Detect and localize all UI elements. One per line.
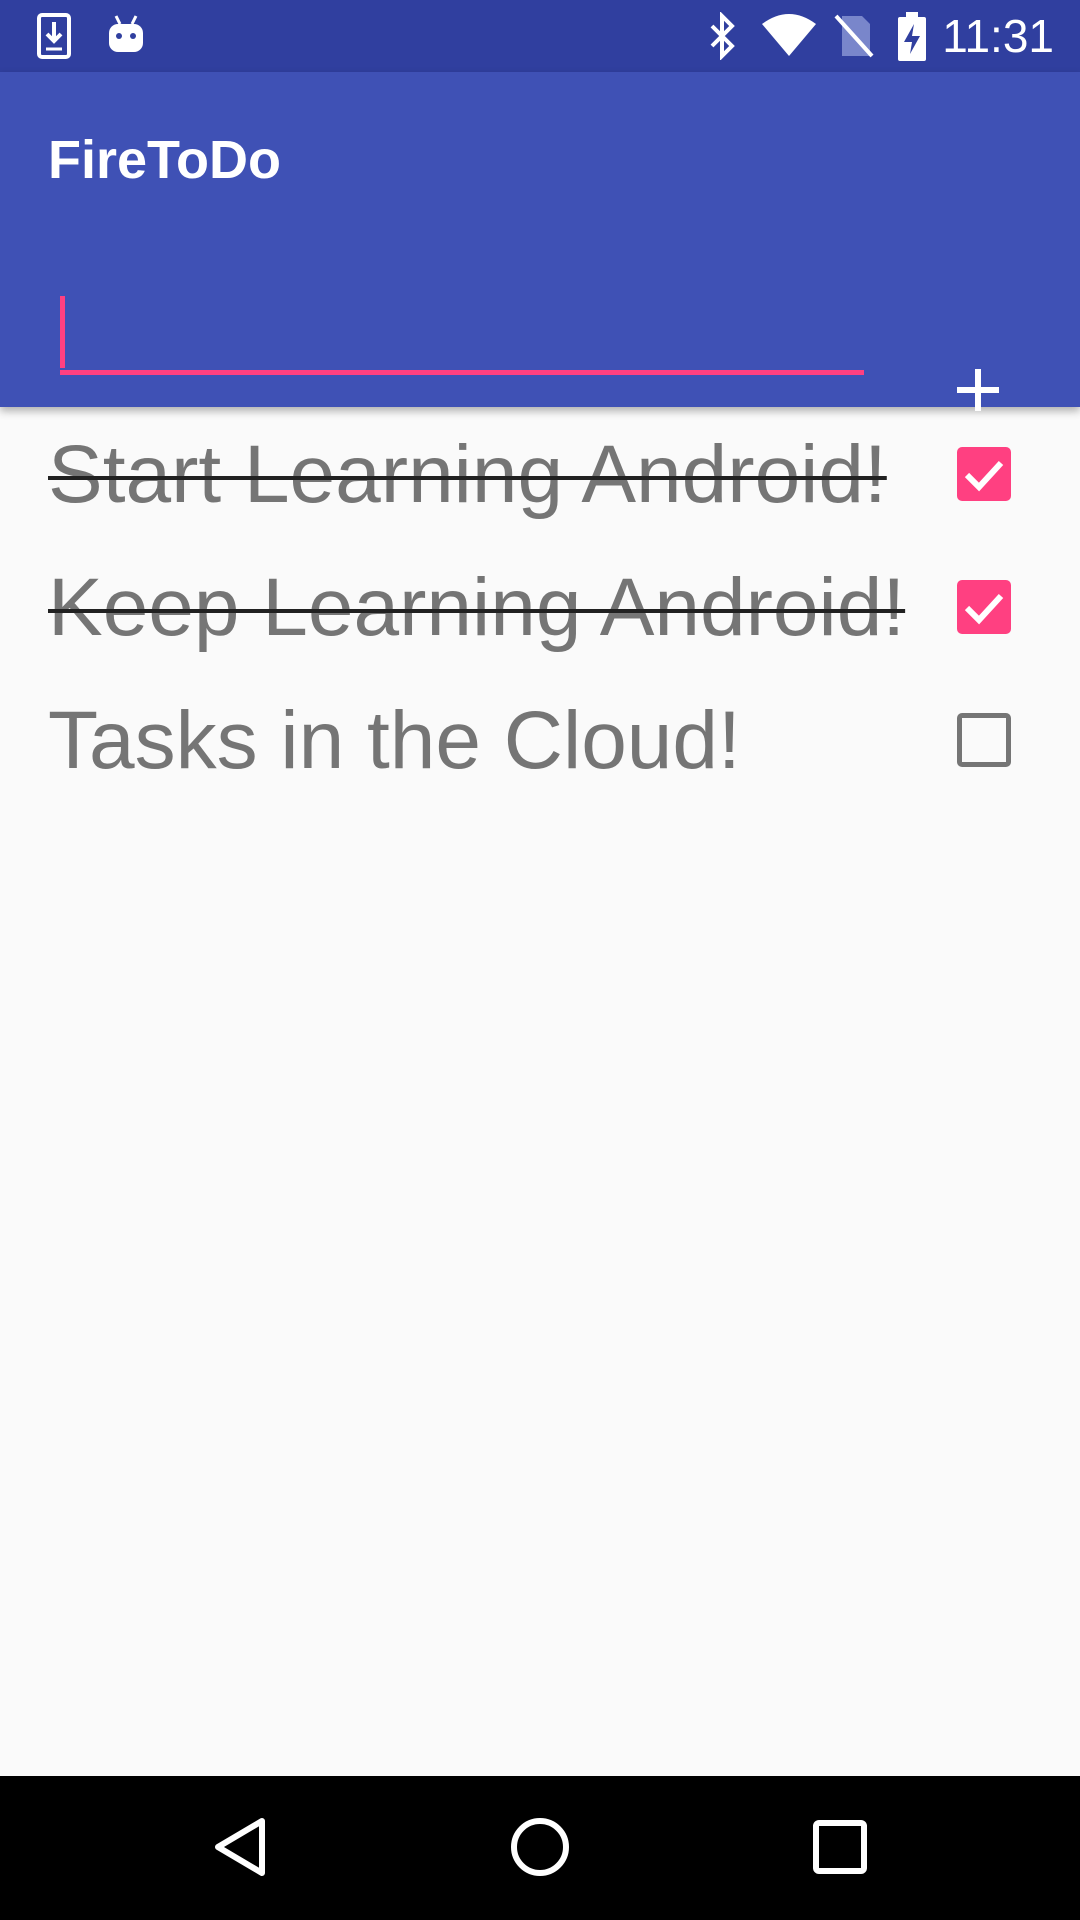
back-icon	[210, 1815, 270, 1884]
task-row: Keep Learning Android!	[0, 540, 1080, 673]
android-icon	[106, 12, 146, 63]
recents-button[interactable]	[795, 1804, 885, 1894]
nav-bar	[0, 1776, 1080, 1920]
checkmark-icon	[957, 460, 1011, 505]
text-cursor	[60, 296, 65, 368]
task-input-container	[60, 282, 864, 378]
status-bar: 11:31	[0, 0, 1080, 72]
task-checkbox-unchecked[interactable]	[957, 713, 1011, 767]
app-bar: FireToDo	[0, 72, 1080, 411]
status-time: 11:31	[942, 10, 1054, 62]
task-label[interactable]: Keep Learning Android!	[48, 560, 905, 656]
app-title: FireToDo	[48, 130, 281, 190]
task-input[interactable]	[60, 282, 864, 372]
back-button[interactable]	[195, 1804, 285, 1894]
task-checkbox-checked[interactable]	[957, 447, 1011, 501]
recents-icon	[812, 1819, 868, 1880]
wifi-icon	[760, 12, 818, 63]
task-row: Tasks in the Cloud!	[0, 673, 1080, 806]
task-checkbox-checked[interactable]	[957, 580, 1011, 634]
input-underline	[60, 370, 864, 375]
home-button[interactable]	[495, 1804, 585, 1894]
checkmark-icon	[957, 593, 1011, 638]
home-icon	[509, 1816, 571, 1883]
task-row: Start Learning Android!	[0, 407, 1080, 540]
battery-charging-icon	[896, 12, 928, 67]
task-label[interactable]: Start Learning Android!	[48, 427, 887, 523]
bluetooth-icon	[708, 11, 738, 65]
download-icon	[36, 12, 72, 65]
task-list: Start Learning Android! Keep Learning An…	[0, 407, 1080, 806]
no-sim-icon	[834, 12, 874, 65]
task-label[interactable]: Tasks in the Cloud!	[48, 693, 741, 789]
